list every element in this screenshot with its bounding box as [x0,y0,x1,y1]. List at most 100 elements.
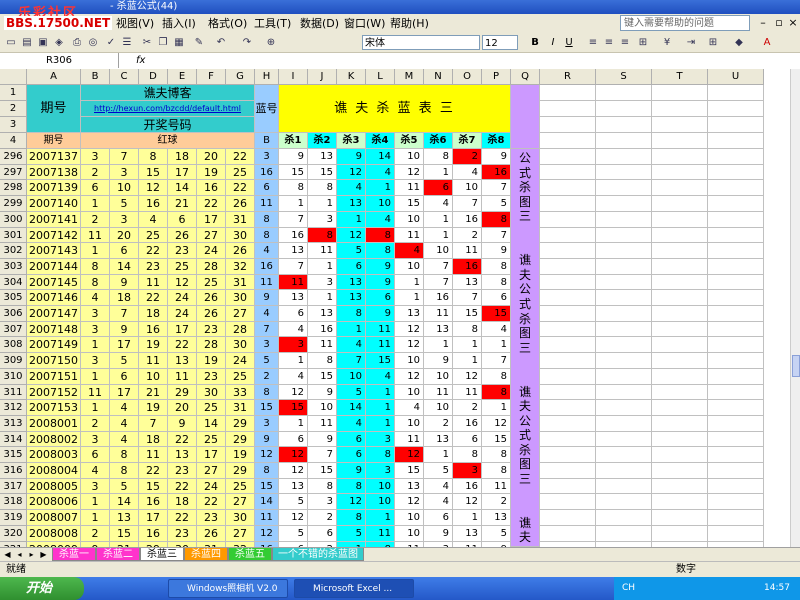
sha-value-cell[interactable]: 9 [482,149,511,165]
blank-cell[interactable] [596,259,652,275]
period-cell[interactable]: 2007140 [27,196,81,212]
sha-value-cell[interactable]: 9 [366,306,395,322]
sha-value-cell[interactable]: 13 [308,306,337,322]
column-header[interactable]: L [366,69,395,85]
sha-value-cell[interactable]: 8 [308,479,337,494]
minimize-icon[interactable]: – [756,16,770,30]
sha-value-cell[interactable]: 5 [337,385,366,400]
header-sha-6[interactable]: 杀6 [424,133,453,149]
blank-cell[interactable] [596,101,652,117]
sha-value-cell[interactable]: 16 [308,322,337,337]
sha-value-cell[interactable]: 4 [366,369,395,385]
sha-value-cell[interactable]: 4 [482,322,511,337]
column-header[interactable]: P [482,69,511,85]
blank-cell[interactable] [652,510,708,526]
align-center-icon[interactable]: ≡ [602,36,616,50]
red-ball-cell[interactable]: 2 [81,526,110,542]
tab-sheet-6[interactable]: 一个不错的杀蓝图 [272,548,364,561]
period-cell[interactable]: 2007147 [27,306,81,322]
blank-cell[interactable] [596,432,652,447]
blank-cell[interactable] [652,275,708,290]
blue-number-cell[interactable]: 15 [255,479,279,494]
blue-number-cell[interactable]: 4 [255,243,279,259]
sha-value-cell[interactable]: 12 [453,369,482,385]
column-header[interactable]: K [337,69,366,85]
blank-cell[interactable] [652,416,708,432]
sha-value-cell[interactable]: 5 [424,463,453,479]
blank-cell[interactable] [708,275,764,290]
red-ball-cell[interactable]: 18 [110,290,139,306]
close-icon[interactable]: × [786,16,800,30]
blank-cell[interactable] [708,353,764,369]
sha-value-cell[interactable]: 10 [424,369,453,385]
row-header[interactable]: 303 [0,259,27,275]
red-ball-cell[interactable]: 10 [110,180,139,196]
red-ball-cell[interactable]: 25 [197,432,226,447]
row-header[interactable]: 308 [0,337,27,353]
menu-format[interactable]: 格式(O) [208,14,247,34]
blank-cell[interactable] [708,510,764,526]
period-cell[interactable]: 2007142 [27,228,81,243]
red-ball-cell[interactable]: 15 [139,165,168,180]
red-ball-cell[interactable]: 28 [226,322,255,337]
row-header[interactable]: 2 [0,101,27,117]
column-header[interactable]: N [424,69,453,85]
blank-cell[interactable] [708,101,764,117]
sha-value-cell[interactable]: 13 [279,243,308,259]
blue-number-cell[interactable]: 12 [255,447,279,463]
tab-last-icon[interactable]: ▶ [38,548,49,561]
sha-value-cell[interactable]: 13 [424,322,453,337]
blank-cell[interactable] [708,165,764,180]
blank-cell[interactable] [708,369,764,385]
sha-value-cell[interactable]: 6 [279,306,308,322]
blank-cell[interactable] [540,196,596,212]
font-size-select[interactable]: 12 [482,35,518,50]
header-sha-8[interactable]: 杀8 [482,133,511,149]
row-header[interactable]: 298 [0,180,27,196]
blue-number-cell[interactable]: 12 [255,526,279,542]
row-header[interactable]: 312 [0,400,27,416]
blank-cell[interactable] [652,259,708,275]
blank-cell[interactable] [652,165,708,180]
sha-value-cell[interactable]: 15 [308,165,337,180]
blank-cell[interactable] [596,196,652,212]
red-ball-cell[interactable]: 19 [197,353,226,369]
blank-cell[interactable] [596,353,652,369]
sha-value-cell[interactable]: 9 [337,463,366,479]
red-ball-cell[interactable]: 16 [139,322,168,337]
scrollbar-thumb[interactable] [792,355,800,377]
red-ball-cell[interactable]: 2 [81,212,110,228]
sha-value-cell[interactable]: 16 [453,259,482,275]
italic-button[interactable]: I [546,36,560,50]
sha-value-cell[interactable]: 14 [366,149,395,165]
sha-value-cell[interactable]: 8 [337,479,366,494]
sha-value-cell[interactable]: 2 [424,416,453,432]
red-ball-cell[interactable]: 22 [197,196,226,212]
red-ball-cell[interactable]: 1 [81,196,110,212]
period-cell[interactable]: 2007150 [27,353,81,369]
red-ball-cell[interactable]: 28 [197,259,226,275]
red-ball-cell[interactable]: 23 [197,510,226,526]
sha-value-cell[interactable]: 12 [395,369,424,385]
sha-value-cell[interactable]: 7 [308,447,337,463]
sha-value-cell[interactable]: 7 [424,275,453,290]
blank-cell[interactable] [652,228,708,243]
red-ball-cell[interactable]: 25 [139,228,168,243]
red-ball-cell[interactable]: 22 [139,463,168,479]
sha-value-cell[interactable]: 11 [395,180,424,196]
blank-cell[interactable] [708,196,764,212]
column-header[interactable]: A [27,69,81,85]
red-ball-cell[interactable]: 27 [226,526,255,542]
undo-icon[interactable]: ↶ [214,36,228,50]
sha-value-cell[interactable]: 12 [279,447,308,463]
sha-value-cell[interactable]: 8 [482,275,511,290]
red-ball-cell[interactable]: 1 [81,243,110,259]
sha-value-cell[interactable]: 8 [308,180,337,196]
red-ball-cell[interactable]: 2 [81,165,110,180]
red-ball-cell[interactable]: 22 [139,290,168,306]
red-ball-cell[interactable]: 23 [168,463,197,479]
sha-value-cell[interactable]: 7 [337,353,366,369]
sha-value-cell[interactable]: 1 [279,353,308,369]
blank-cell[interactable] [596,369,652,385]
blank-cell[interactable] [596,85,652,101]
